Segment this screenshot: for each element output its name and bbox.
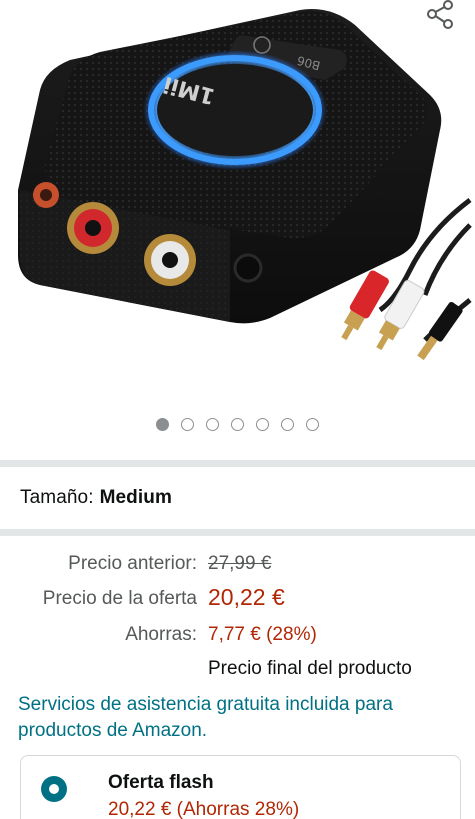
- image-carousel-indicator[interactable]: [0, 418, 475, 431]
- savings-value: 7,77 € (28%): [208, 624, 317, 645]
- savings-row: Ahorras: 7,77 € (28%): [0, 624, 475, 650]
- offer-radio-selected[interactable]: [41, 776, 67, 802]
- size-label: Tamaño:: [20, 487, 94, 508]
- carousel-dot-active[interactable]: [156, 418, 169, 431]
- size-selector[interactable]: Tamaño: Medium: [20, 487, 172, 509]
- carousel-dot[interactable]: [281, 418, 294, 431]
- carousel-dot[interactable]: [256, 418, 269, 431]
- previous-price-row: Precio anterior: 27,99 €: [0, 553, 475, 579]
- section-divider: [0, 460, 475, 467]
- savings-label: Ahorras:: [125, 624, 197, 645]
- carousel-dot[interactable]: [306, 418, 319, 431]
- deal-price-label: Precio de la oferta: [42, 588, 197, 609]
- support-services-link[interactable]: Servicios de asistencia gratuita incluid…: [18, 692, 463, 744]
- deal-price-row: Precio de la oferta 20,22 €: [0, 584, 475, 614]
- final-price-note: Precio final del producto: [208, 658, 412, 679]
- previous-price-label: Precio anterior:: [68, 553, 197, 574]
- carousel-dot[interactable]: [181, 418, 194, 431]
- previous-price-value: 27,99 €: [208, 553, 272, 574]
- section-divider: [0, 529, 475, 536]
- size-value: Medium: [99, 487, 172, 508]
- product-image[interactable]: B06 1Mii: [0, 0, 475, 400]
- offer-title: Oferta flash: [108, 772, 214, 793]
- carousel-dot[interactable]: [206, 418, 219, 431]
- carousel-dot[interactable]: [231, 418, 244, 431]
- flash-offer-option[interactable]: Oferta flash 20,22 € (Ahorras 28%): [20, 755, 461, 819]
- deal-price-value: 20,22 €: [208, 584, 285, 610]
- offer-price: 20,22 € (Ahorras 28%): [108, 799, 300, 819]
